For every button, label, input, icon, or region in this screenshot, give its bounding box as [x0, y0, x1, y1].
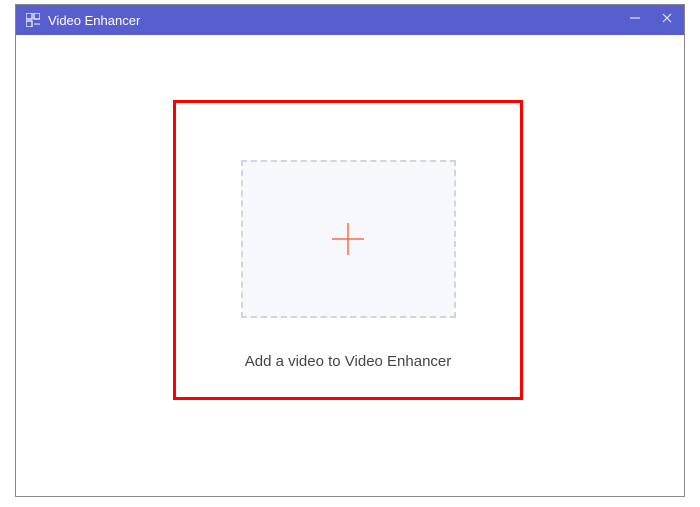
app-title: Video Enhancer: [48, 13, 628, 28]
title-bar: Video Enhancer: [16, 5, 684, 35]
highlight-annotation: Add a video to Video Enhancer: [173, 100, 523, 400]
add-video-dropzone[interactable]: [241, 160, 456, 318]
app-icon: [26, 13, 40, 27]
dropzone-instruction: Add a video to Video Enhancer: [245, 353, 452, 370]
minimize-button[interactable]: [628, 11, 642, 30]
window-controls: [628, 11, 674, 30]
app-window: Video Enhancer: [15, 4, 685, 497]
plus-icon: [328, 219, 368, 259]
close-button[interactable]: [660, 11, 674, 30]
content-area: Add a video to Video Enhancer: [16, 35, 684, 496]
